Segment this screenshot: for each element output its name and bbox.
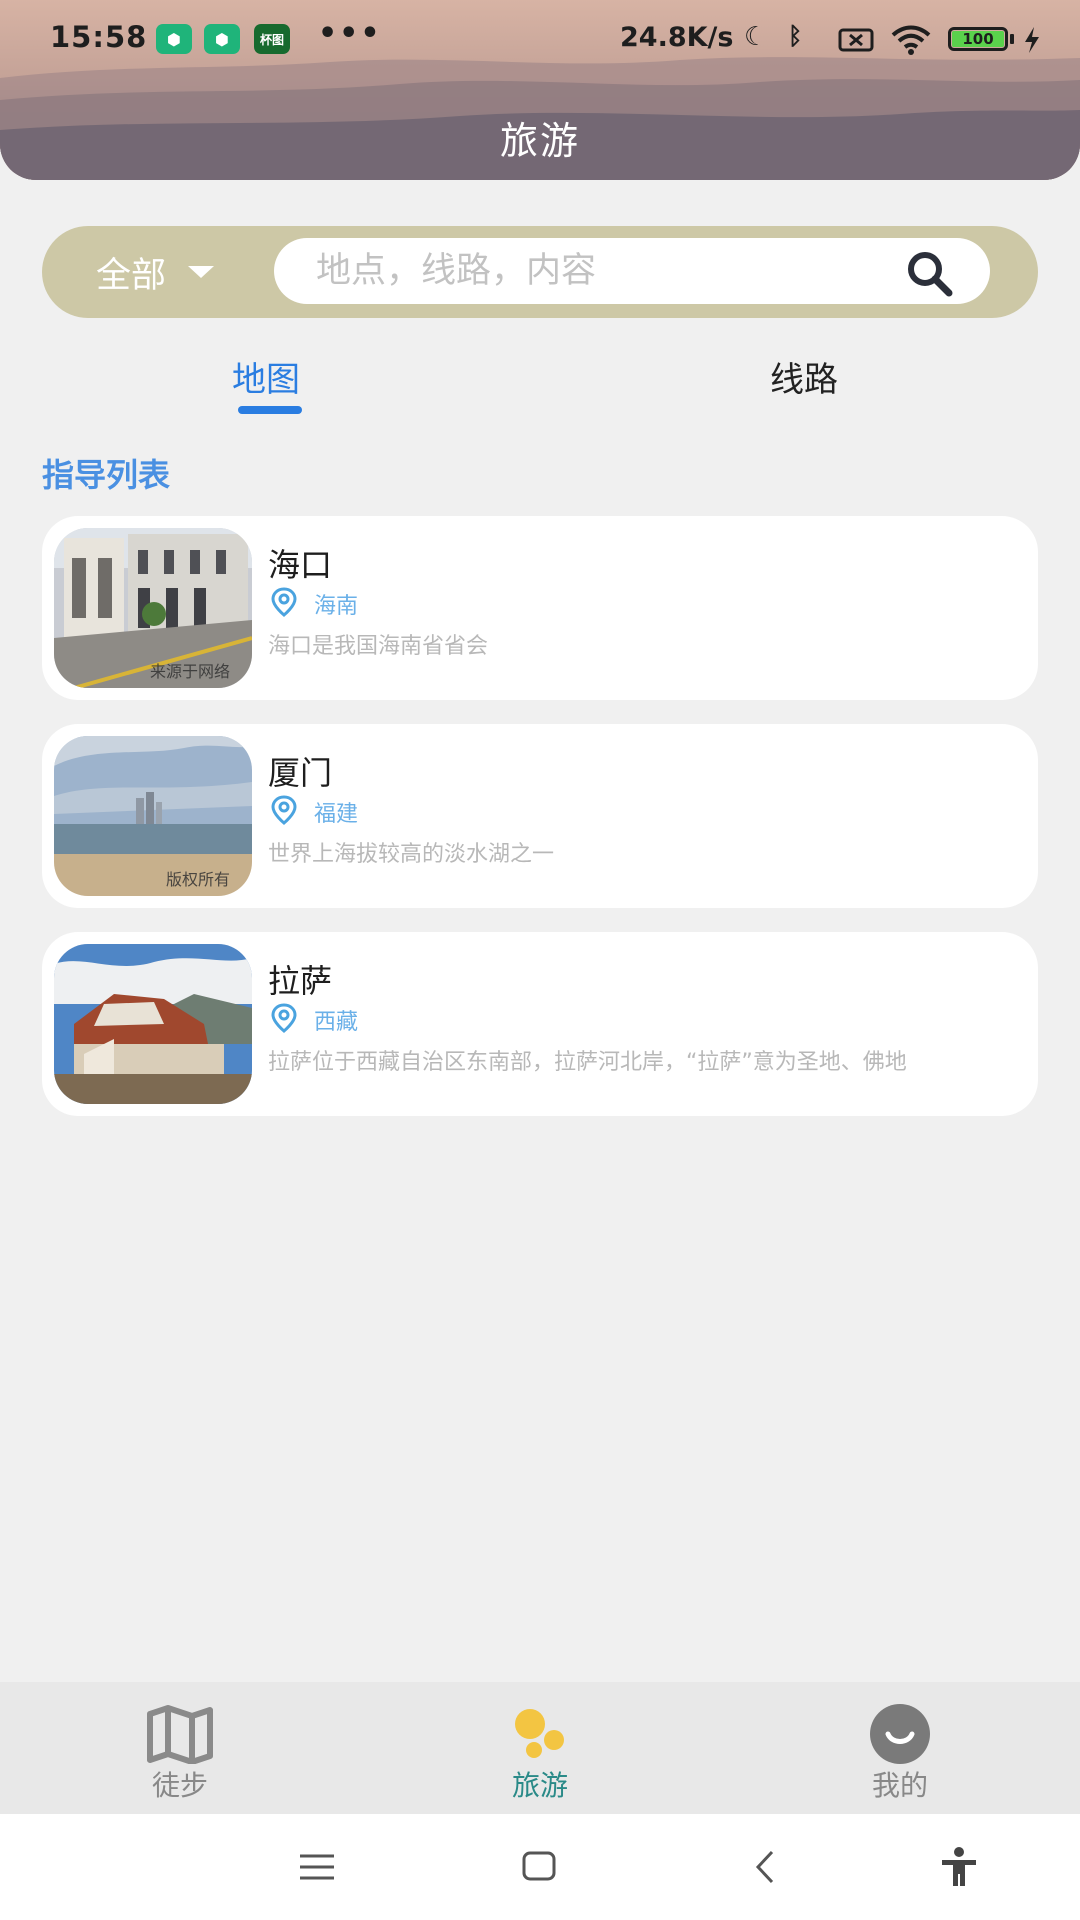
guide-name: 厦门	[268, 754, 333, 792]
back-icon[interactable]	[744, 1844, 790, 1890]
location-pin-icon	[271, 587, 297, 617]
charging-icon	[1025, 27, 1039, 53]
active-tab-indicator	[238, 406, 302, 414]
guide-province: 西藏	[314, 1010, 359, 1035]
guide-card[interactable]: 来源于网络 海口 海南 海口是我国海南省省会	[42, 516, 1038, 700]
bottom-nav: 徒步 旅游 我的	[0, 1682, 1080, 1814]
guide-province: 福建	[314, 802, 359, 827]
header: 15:58 ⬢ ⬢ 杯图 ••• 24.8K/s ☾ ᛒ 100 旅游	[0, 0, 1080, 180]
moon-icon: ☾	[744, 22, 768, 52]
wifi-icon	[891, 25, 931, 55]
travel-dots-icon	[515, 1709, 564, 1758]
image-watermark: 版权所有	[165, 870, 230, 889]
guide-name: 拉萨	[268, 962, 333, 1000]
guide-card[interactable]: 拉萨 西藏 拉萨位于西藏自治区东南部，拉萨河北岸，“拉萨”意为圣地、佛地	[42, 932, 1038, 1116]
smile-face-icon	[870, 1704, 930, 1764]
page-title: 旅游	[499, 119, 580, 163]
more-notifications-icon: •••	[318, 16, 382, 51]
location-pin-icon	[271, 795, 297, 825]
nav-label: 我的	[871, 1769, 928, 1802]
caret-down-icon	[188, 266, 215, 278]
nav-label: 徒步	[151, 1769, 208, 1802]
nav-label: 旅游	[511, 1769, 568, 1802]
guide-description: 世界上海拔较高的淡水湖之一	[268, 842, 555, 867]
battery-level: 100	[952, 31, 1004, 47]
app-notification-icon: 杯图	[254, 24, 290, 54]
nav-item-hiking[interactable]: 徒步	[80, 1682, 280, 1814]
accessibility-icon[interactable]	[936, 1844, 982, 1890]
status-time: 15:58	[50, 20, 148, 54]
search-icon[interactable]	[904, 248, 956, 300]
location-pin-icon	[271, 1003, 297, 1033]
tab-map[interactable]: 地图	[232, 352, 300, 401]
guide-thumbnail: 版权所有	[54, 736, 252, 896]
shield-notification-icon: ⬢	[156, 24, 192, 54]
map-icon	[147, 1705, 213, 1764]
category-filter-dropdown[interactable]: 全部	[96, 226, 215, 318]
guide-name: 海口	[268, 546, 333, 584]
network-speed: 24.8K/s	[620, 22, 734, 53]
shield-notification-icon: ⬢	[204, 24, 240, 54]
battery-icon: 100	[948, 27, 1008, 51]
sim-off-icon	[838, 28, 874, 52]
guide-province: 海南	[314, 594, 359, 619]
home-icon[interactable]	[516, 1844, 562, 1890]
nav-item-me[interactable]: 我的	[800, 1682, 1000, 1814]
menu-icon[interactable]	[294, 1844, 340, 1890]
guide-description: 海口是我国海南省省会	[268, 634, 489, 659]
battery-tip	[1010, 34, 1014, 44]
filter-label: 全部	[96, 255, 167, 296]
app-root: 15:58 ⬢ ⬢ 杯图 ••• 24.8K/s ☾ ᛒ 100 旅游 全部 地…	[0, 0, 1080, 1920]
section-title: 指导列表	[42, 456, 171, 494]
palace-photo	[54, 944, 252, 1104]
search-bar: 全部	[42, 226, 1038, 318]
tab-routes[interactable]: 线路	[770, 352, 838, 401]
system-nav-bar	[0, 1814, 1080, 1920]
guide-description: 拉萨位于西藏自治区东南部，拉萨河北岸，“拉萨”意为圣地、佛地	[268, 1050, 907, 1075]
guide-thumbnail: 来源于网络	[54, 528, 252, 688]
search-input[interactable]	[274, 238, 990, 304]
bluetooth-icon: ᛒ	[788, 22, 803, 50]
nav-item-travel[interactable]: 旅游	[440, 1682, 640, 1814]
guide-thumbnail	[54, 944, 252, 1104]
image-watermark: 来源于网络	[149, 662, 230, 681]
guide-card[interactable]: 版权所有 厦门 福建 世界上海拔较高的淡水湖之一	[42, 724, 1038, 908]
status-bar: 15:58 ⬢ ⬢ 杯图 ••• 24.8K/s ☾ ᛒ 100	[0, 0, 1080, 80]
